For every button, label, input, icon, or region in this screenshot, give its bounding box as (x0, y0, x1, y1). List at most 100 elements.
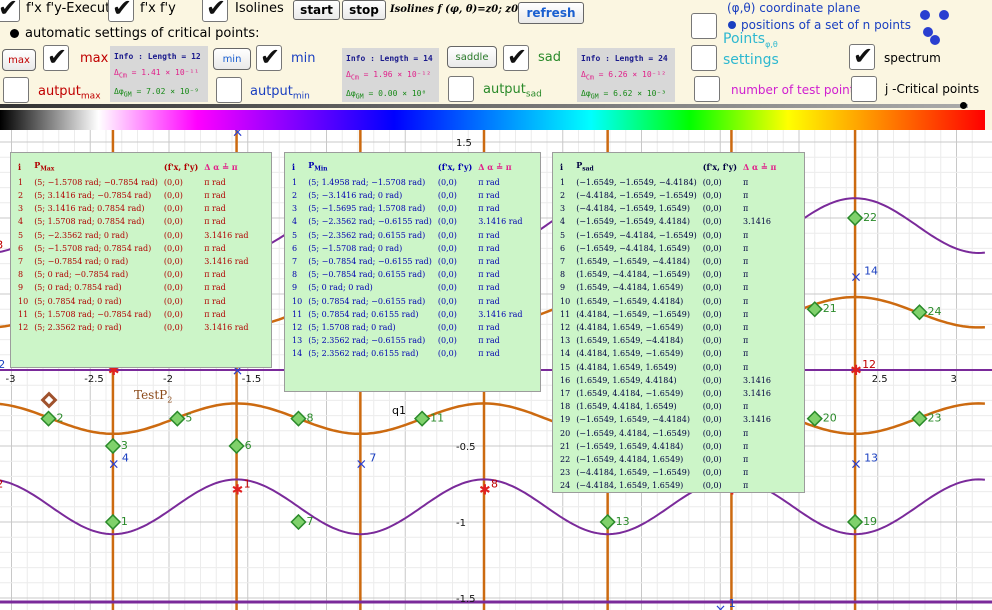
table-row: 11 (5; 0.7854 rad; 0.6155 rad) (0,0) 3.1416… (289, 308, 526, 321)
sad-marker[interactable] (104, 513, 122, 531)
min-marker[interactable]: × (715, 602, 727, 610)
table-cell: 12 (560, 323, 571, 333)
table-cell: 1 (292, 177, 298, 187)
table-cell: (0,0) (437, 191, 457, 200)
table-cell: π rad (478, 336, 500, 346)
min-marker[interactable]: × (850, 269, 862, 285)
slider-handle[interactable] (960, 102, 967, 109)
sad-marker-label: 24 (927, 305, 941, 318)
sad-marker-label: 7 (306, 515, 313, 528)
number-test-points-checkbox[interactable] (694, 76, 720, 102)
slider-track[interactable] (0, 104, 968, 108)
sad-marker[interactable] (290, 513, 307, 531)
y-tick-label: -0.5 (456, 442, 476, 453)
table-cell: 4 (292, 217, 298, 227)
table-cell: π (743, 177, 749, 187)
min-marker[interactable]: × (850, 457, 862, 473)
settings-checkbox[interactable] (691, 45, 717, 71)
sad-marker-label: 11 (430, 412, 444, 425)
table-cell: π (743, 428, 749, 438)
saddle-button[interactable]: saddle (447, 46, 497, 68)
sad-marker[interactable] (290, 410, 307, 427)
min-marker[interactable]: × (355, 457, 367, 473)
stop-button[interactable]: stop (342, 0, 386, 20)
autput-max-label: autputmax (38, 84, 101, 102)
fxfy-execute-checkbox[interactable] (0, 0, 20, 22)
refresh-button[interactable]: refresh (518, 2, 584, 24)
sad-marker[interactable] (806, 301, 823, 318)
start-button[interactable]: start (293, 0, 340, 20)
table-cell: π rad (204, 309, 226, 319)
table-cell: 10 (18, 296, 29, 306)
autput-sad-checkbox[interactable] (448, 76, 474, 102)
table-cell: 3 (292, 204, 298, 214)
table-cell: (−1.6549, 4.4184, 1.6549) (576, 455, 684, 465)
table-cell: 3.1416 rad (204, 257, 249, 267)
max-marker[interactable]: ✱ (232, 482, 244, 498)
table-cell: (0,0) (437, 230, 457, 240)
min-button[interactable]: min (213, 48, 251, 70)
sad-marker[interactable] (846, 513, 864, 531)
sad-checkbox[interactable] (503, 43, 529, 71)
table-cell: (0,0) (163, 204, 183, 214)
isolines-checkbox[interactable] (202, 0, 228, 22)
max-button[interactable]: max (2, 49, 36, 71)
table-row: 8 (1.6549, −4.4184, −1.6549) (0,0) π (557, 268, 779, 281)
table-cell: (1.6549, 1.6549, −4.4184) (576, 336, 684, 346)
max-marker[interactable]: ✱ (850, 363, 862, 379)
sad-marker[interactable] (599, 513, 616, 531)
j-critical-label: j -Critical points (885, 82, 980, 96)
col-p: PMin (308, 160, 328, 173)
autput-min-checkbox[interactable] (216, 77, 242, 103)
table-row: 10 (5; 0.7854 rad; −0.6155 rad) (0,0) π rad (289, 295, 526, 308)
table-cell: (5; 0 rad; −0.7854 rad) (34, 270, 129, 280)
max-marker[interactable]: ✱ (479, 482, 491, 498)
sad-marker[interactable] (40, 410, 57, 427)
table-cell: 2 (560, 191, 566, 200)
isolines-label: Isolines (235, 1, 284, 16)
sad-marker[interactable] (169, 410, 186, 427)
table-row: 5 (5; −2.3562 rad; 0 rad) (0,0) 3.1416 rad (15, 229, 252, 242)
table-row: 8 (5; 0 rad; −0.7854 rad) (0,0) π rad (15, 268, 252, 281)
fxfy-checkbox[interactable] (108, 0, 134, 22)
min-marker[interactable]: × (232, 130, 244, 140)
min-marker[interactable]: × (108, 457, 120, 473)
table-cell: (5; 0 rad; 0 rad) (308, 283, 373, 293)
table-row: 20 (−1.6549, 4.4184, −1.6549) (0,0) π (557, 427, 779, 440)
table-cell: π (743, 323, 749, 333)
min-table: i PMin (f'x, f'y) Δ α ≟ π 1 (5; 1.4958 ra… (284, 152, 541, 392)
table-cell: 11 (292, 309, 303, 319)
table-row: 11 (4.4184, −1.6549, −1.6549) (0,0) π (557, 308, 779, 321)
table-row: 2 (−4.4184, −1.6549, −1.6549) (0,0) π (557, 189, 779, 202)
table-cell: π (743, 481, 749, 491)
spectrum-checkbox[interactable] (849, 42, 875, 70)
table-cell: (0,0) (702, 455, 722, 465)
table-cell: (5; −3.1416 rad; 0 rad) (308, 191, 403, 200)
sad-marker[interactable] (846, 209, 864, 227)
sad-marker[interactable] (413, 410, 431, 427)
sad-marker[interactable] (911, 410, 928, 427)
min-checkbox[interactable] (256, 43, 282, 71)
coord-plane-checkbox[interactable] (691, 13, 717, 39)
isolines-formula: Isolines f (φ, θ)=z0; z0=3 (390, 4, 534, 15)
table-cell: (0,0) (437, 257, 457, 267)
table-cell: (5; 2.3562 rad; 0 rad) (34, 323, 122, 333)
table-cell: 7 (560, 257, 566, 267)
table-cell: 3.1416 (743, 217, 772, 227)
table-cell: 19 (560, 415, 571, 425)
table-cell: (−1.6549, 1.6549, −4.4184) (576, 415, 690, 425)
plot-area[interactable]: -3-2.5-2-1.5-1-0.500.511.522.531.5-0.5-1… (0, 130, 992, 610)
autput-max-checkbox[interactable] (3, 77, 29, 103)
points-label: Pointsφ,θ (723, 31, 778, 49)
table-cell: (−1.6549, 4.4184, −1.6549) (576, 428, 690, 438)
max-checkbox[interactable] (43, 43, 69, 71)
min-marker-label: 1 (729, 597, 736, 610)
table-cell: 14 (292, 349, 303, 359)
points-cluster-icon[interactable] (917, 7, 961, 47)
table-cell: 2 (18, 191, 24, 200)
j-critical-checkbox[interactable] (851, 76, 877, 102)
table-cell: 8 (18, 270, 24, 280)
sad-marker[interactable] (104, 437, 122, 455)
sad-marker[interactable] (911, 304, 928, 321)
table-cell: (5; 1.4958 rad; −1.5708 rad) (308, 177, 426, 187)
